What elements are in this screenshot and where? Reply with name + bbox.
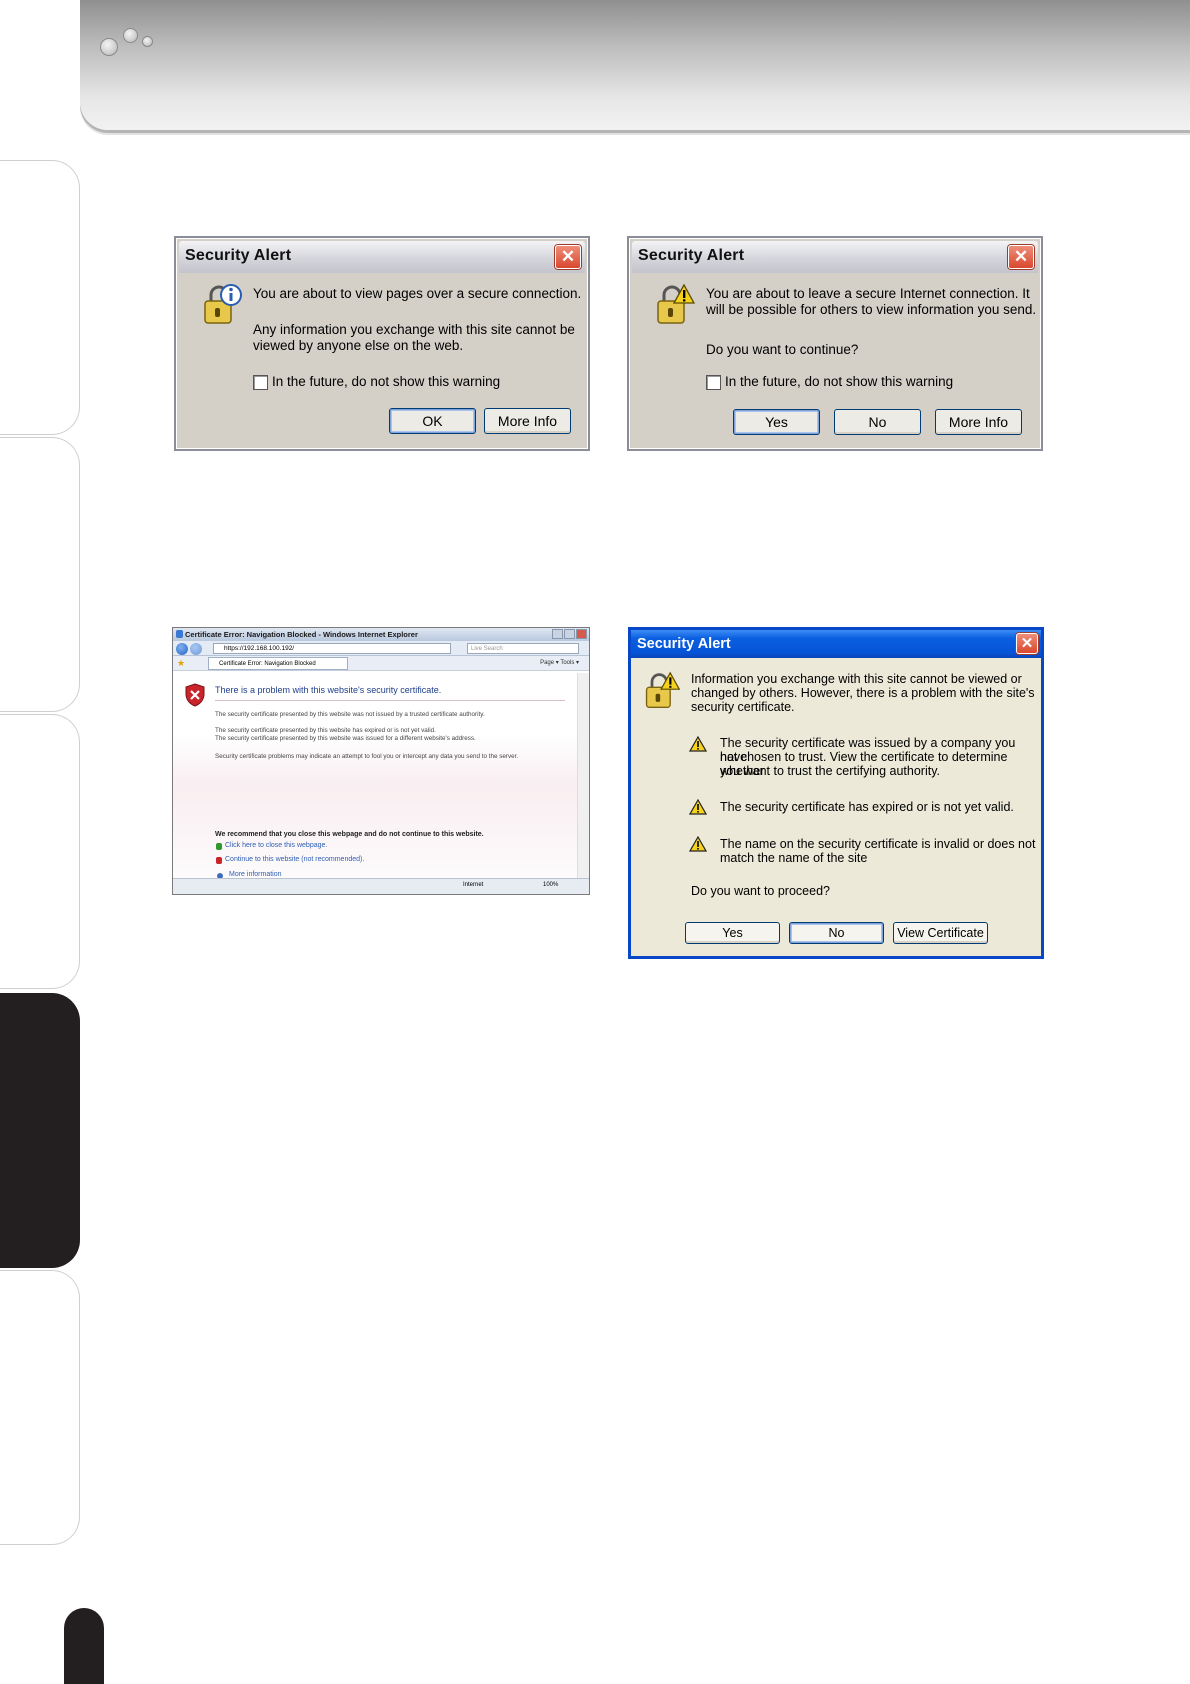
ie-titlebar: Certificate Error: Navigation Blocked - … [173, 628, 589, 641]
tab-certificate-error[interactable]: Certificate Error: Navigation Blocked [208, 657, 348, 670]
warning-triangle-icon [689, 736, 707, 752]
view-certificate-button[interactable]: View Certificate [893, 922, 988, 944]
no-button[interactable]: No [834, 409, 921, 435]
close-button[interactable] [576, 629, 587, 639]
side-tab-4-active[interactable] [0, 993, 80, 1268]
dialog-question: Do you want to proceed? [691, 884, 830, 898]
dialog-title: Security Alert [638, 247, 745, 264]
close-webpage-link[interactable]: Click here to close this webpage. [225, 842, 327, 849]
dialog-title: Security Alert [637, 636, 731, 652]
page-number-tab [64, 1608, 104, 1684]
warning-3-line-1: The name on the security certificate is … [720, 837, 1036, 851]
intro-line-2: changed by others. However, there is a p… [691, 686, 1035, 700]
page-header-bar [80, 0, 1190, 130]
ok-button[interactable]: OK [389, 408, 476, 434]
dialog-titlebar: Security Alert ✕ [632, 241, 1038, 273]
continue-website-link[interactable]: Continue to this website (not recommende… [225, 856, 364, 863]
more-info-button[interactable]: More Info [484, 408, 571, 434]
intro-line-3: security certificate. [691, 700, 795, 714]
side-tab-2[interactable] [0, 437, 80, 712]
dialog-titlebar: Security Alert ✕ [179, 241, 585, 273]
do-not-show-checkbox[interactable]: In the future, do not show this warning [253, 374, 500, 390]
security-alert-secure-dialog: Security Alert ✕ You are about to view p… [174, 236, 590, 451]
no-button[interactable]: No [789, 922, 884, 944]
close-button[interactable]: ✕ [1008, 245, 1034, 269]
minimize-button[interactable] [552, 629, 563, 639]
more-information-link[interactable]: More information [229, 871, 282, 878]
zoom-level[interactable]: 100% [543, 882, 558, 888]
warning-1-line-3: you want to trust the certifying authori… [720, 764, 941, 778]
dialog-message-line-1: You are about to leave a secure Internet… [706, 286, 1030, 301]
checkbox-label: In the future, do not show this warning [272, 374, 501, 389]
address-input[interactable]: https://192.168.100.192/ [213, 643, 451, 654]
favorites-star-icon[interactable]: ★ [177, 659, 185, 668]
error-explanation: Security certificate problems may indica… [215, 753, 519, 760]
decorative-dot [100, 38, 118, 56]
do-not-show-checkbox[interactable]: In the future, do not show this warning [706, 374, 953, 390]
ie-logo-icon [176, 630, 183, 638]
shield-error-small-icon [216, 857, 222, 864]
dialog-question: Do you want to continue? [706, 342, 859, 357]
security-zone-label: Internet [463, 882, 484, 888]
dialog-message-line-2: Any information you exchange with this s… [253, 322, 575, 337]
side-tab-3[interactable] [0, 714, 80, 989]
dialog-message-line-1: You are about to view pages over a secur… [253, 286, 582, 301]
close-button[interactable]: ✕ [1016, 633, 1038, 654]
ie-window-title: Certificate Error: Navigation Blocked - … [185, 630, 418, 639]
close-button[interactable]: ✕ [555, 245, 581, 269]
checkbox-box[interactable] [253, 374, 268, 390]
warning-triangle-icon [689, 836, 707, 852]
ie-certificate-error-window: Certificate Error: Navigation Blocked - … [172, 627, 590, 895]
yes-button[interactable]: Yes [733, 409, 820, 435]
dialog-title: Security Alert [185, 247, 292, 264]
forward-arrow-icon[interactable] [190, 643, 202, 655]
ie-status-bar: Internet 100% [173, 878, 589, 894]
shield-error-icon [185, 683, 205, 707]
lock-warning-icon [657, 283, 695, 324]
side-tab-1[interactable] [0, 160, 80, 435]
search-input[interactable]: Live Search [467, 643, 579, 654]
yes-button[interactable]: Yes [685, 922, 780, 944]
ie-address-bar: https://192.168.100.192/ Live Search [173, 641, 589, 656]
vertical-scrollbar[interactable] [577, 673, 589, 878]
security-alert-certificate-dialog: Security Alert ✕ Information you exchang… [628, 627, 1044, 959]
error-reason-1: The security certificate presented by th… [215, 711, 485, 718]
warning-triangle-icon [689, 799, 707, 815]
error-reason-3: The security certificate presented by th… [215, 735, 476, 742]
page-tools-menu[interactable]: Page ▾ Tools ▾ [540, 659, 579, 666]
decorative-dot [123, 28, 138, 43]
maximize-button[interactable] [564, 629, 575, 639]
checkbox-label: In the future, do not show this warning [725, 374, 954, 389]
side-tab-5[interactable] [0, 1270, 80, 1545]
intro-line-1: Information you exchange with this site … [691, 672, 1022, 686]
shield-ok-icon [216, 843, 222, 850]
security-alert-leave-dialog: Security Alert ✕ You are about to leave … [627, 236, 1043, 451]
warning-2: The security certificate has expired or … [720, 800, 1014, 814]
recommendation-text: We recommend that you close this webpage… [215, 831, 484, 838]
dialog-message-line-3: viewed by anyone else on the web. [253, 338, 464, 353]
certificate-error-heading: There is a problem with this website's s… [215, 685, 442, 695]
ie-page-content: There is a problem with this website's s… [173, 673, 578, 879]
error-reason-2: The security certificate presented by th… [215, 727, 436, 734]
ie-command-bar: ★ Certificate Error: Navigation Blocked … [173, 656, 589, 671]
dialog-titlebar: Security Alert ✕ [631, 630, 1041, 658]
warning-3-line-2: match the name of the site [720, 851, 868, 865]
divider [215, 700, 565, 701]
back-arrow-icon[interactable] [176, 643, 188, 655]
more-info-button[interactable]: More Info [935, 409, 1022, 435]
lock-info-icon [204, 284, 242, 324]
decorative-dot [142, 36, 153, 47]
checkbox-box[interactable] [706, 374, 721, 390]
lock-warning-icon [645, 671, 681, 709]
dialog-message-line-2: will be possible for others to view info… [706, 302, 1037, 317]
